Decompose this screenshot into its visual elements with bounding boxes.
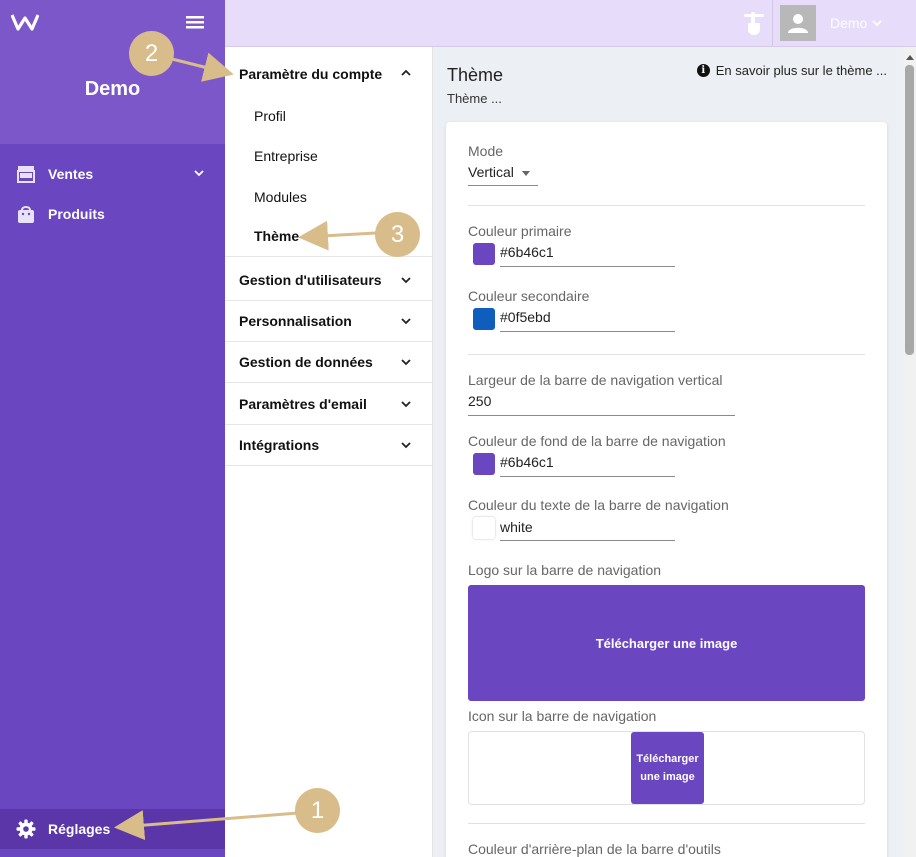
nav-group-gestion-donnees[interactable]: Gestion de données	[225, 342, 432, 383]
nav-bg-input[interactable]: #6b46c1	[500, 454, 554, 470]
annotation-badge-3: 3	[375, 212, 420, 257]
nav-group-parametre-du-compte[interactable]: Paramètre du compte	[225, 53, 432, 94]
annotation-badge-1: 1	[295, 788, 340, 833]
settings-nav: Paramètre du compte Profil Entreprise Mo…	[225, 47, 433, 857]
nav-item-label: Entreprise	[254, 147, 318, 164]
divider	[468, 205, 865, 206]
gear-icon	[16, 819, 36, 839]
top-bar: Demo	[225, 0, 916, 47]
chevron-up-icon	[401, 69, 411, 76]
upload-icon-button[interactable]: Télécharger une image	[631, 732, 704, 804]
chevron-down-icon	[401, 401, 411, 408]
nav-text-label: Couleur du texte de la barre de navigati…	[468, 497, 729, 513]
dropdown-caret-icon[interactable]	[522, 171, 530, 176]
nav-item-label: Modules	[254, 188, 307, 205]
chevron-down-icon	[401, 277, 411, 284]
learn-more-label: En savoir plus sur le thème ...	[715, 63, 887, 78]
divider	[468, 354, 865, 355]
nav-logo-label: Logo sur la barre de navigation	[468, 562, 662, 578]
main-sidebar: Demo Ventes Produits Réglages	[0, 0, 225, 857]
nav-text-swatch[interactable]	[473, 517, 495, 539]
nav-group-label: Gestion d'utilisateurs	[239, 272, 382, 288]
upload-logo-button[interactable]: Télécharger une image	[468, 585, 865, 701]
shopping-bag-icon	[16, 204, 36, 224]
nav-icon-dropzone[interactable]: Télécharger une image	[468, 731, 865, 805]
chevron-down-icon	[194, 170, 204, 177]
nav-group-label: Paramètre du compte	[239, 65, 383, 82]
nav-width-input[interactable]: 250	[468, 393, 491, 409]
hamburger-menu-icon[interactable]	[185, 14, 205, 30]
nav-group-personnalisation[interactable]: Personnalisation	[225, 301, 432, 342]
nav-width-underline	[468, 415, 735, 416]
nav-item-entreprise[interactable]: Entreprise	[225, 135, 432, 176]
sidebar-item-label: Produits	[48, 206, 105, 222]
nav-item-label: Profil	[254, 107, 286, 124]
divider	[468, 823, 865, 824]
toolbar-bg-label: Couleur d'arrière-plan de la barre d'out…	[468, 841, 721, 857]
nav-group-label: Gestion de données	[239, 354, 373, 370]
nav-bg-underline	[500, 476, 675, 477]
store-icon	[16, 164, 36, 184]
annotation-badge-2: 2	[129, 31, 174, 76]
nav-bg-label: Couleur de fond de la barre de navigatio…	[468, 433, 726, 449]
chevron-down-icon[interactable]	[871, 17, 883, 29]
topbar-divider	[772, 0, 773, 46]
secondary-color-swatch[interactable]	[473, 308, 495, 330]
primary-color-input[interactable]: #6b46c1	[500, 244, 554, 260]
hand-pointer-icon[interactable]	[742, 10, 766, 36]
chevron-down-icon	[401, 359, 411, 366]
nav-group-parametres-email[interactable]: Paramètres d'email	[225, 384, 432, 425]
scrollbar-thumb[interactable]	[905, 65, 914, 355]
sidebar-title: Demo	[84, 78, 141, 100]
nav-group-gestion-utilisateurs[interactable]: Gestion d'utilisateurs	[225, 260, 432, 301]
nav-group-label: Personnalisation	[239, 313, 352, 329]
chevron-down-icon	[401, 318, 411, 325]
scrollbar[interactable]	[903, 47, 916, 857]
brand-logo-icon[interactable]	[11, 12, 39, 32]
nav-group-label: Intégrations	[239, 437, 320, 453]
sidebar-item-ventes[interactable]: Ventes	[0, 154, 225, 194]
mode-label: Mode	[468, 143, 504, 159]
primary-underline	[500, 266, 675, 267]
nav-text-underline	[500, 540, 675, 541]
avatar[interactable]	[780, 5, 816, 41]
primary-color-label: Couleur primaire	[468, 223, 572, 239]
scroll-up-arrow-icon[interactable]	[906, 55, 914, 60]
nav-item-profil[interactable]: Profil	[225, 95, 432, 136]
learn-more-link[interactable]: i En savoir plus sur le thème ...	[696, 63, 887, 78]
nav-width-label: Largeur de la barre de navigation vertic…	[468, 372, 723, 388]
nav-icon-label: Icon sur la barre de navigation	[468, 708, 657, 724]
nav-item-modules[interactable]: Modules	[225, 176, 432, 217]
secondary-color-input[interactable]: #0f5ebd	[500, 309, 551, 325]
sidebar-item-reglages[interactable]: Réglages	[0, 809, 225, 849]
user-name[interactable]: Demo	[830, 15, 867, 31]
nav-item-label: Thème	[254, 228, 300, 244]
nav-group-label: Paramètres d'email	[239, 396, 367, 412]
chevron-down-icon	[401, 442, 411, 449]
breadcrumb: Thème ...	[447, 91, 502, 106]
secondary-color-label: Couleur secondaire	[468, 288, 590, 304]
page-title: Thème	[447, 65, 504, 85]
nav-text-input[interactable]: white	[500, 519, 533, 535]
mode-underline	[468, 185, 538, 186]
sidebar-item-produits[interactable]: Produits	[0, 194, 225, 234]
main-content: Thème Thème ... i En savoir plus sur le …	[433, 47, 903, 857]
sidebar-item-label: Ventes	[48, 166, 94, 182]
nav-bg-swatch[interactable]	[473, 453, 495, 475]
user-icon	[788, 14, 808, 33]
sidebar-item-label: Réglages	[48, 821, 111, 837]
mode-select[interactable]: Vertical	[468, 164, 514, 180]
sidebar-header: Demo	[0, 0, 225, 144]
secondary-underline	[500, 331, 675, 332]
theme-form-card: Mode Vertical Couleur primaire #6b46c1 C…	[446, 122, 887, 857]
primary-color-swatch[interactable]	[473, 243, 495, 265]
info-icon: i	[696, 64, 710, 77]
nav-group-integrations[interactable]: Intégrations	[225, 425, 432, 466]
